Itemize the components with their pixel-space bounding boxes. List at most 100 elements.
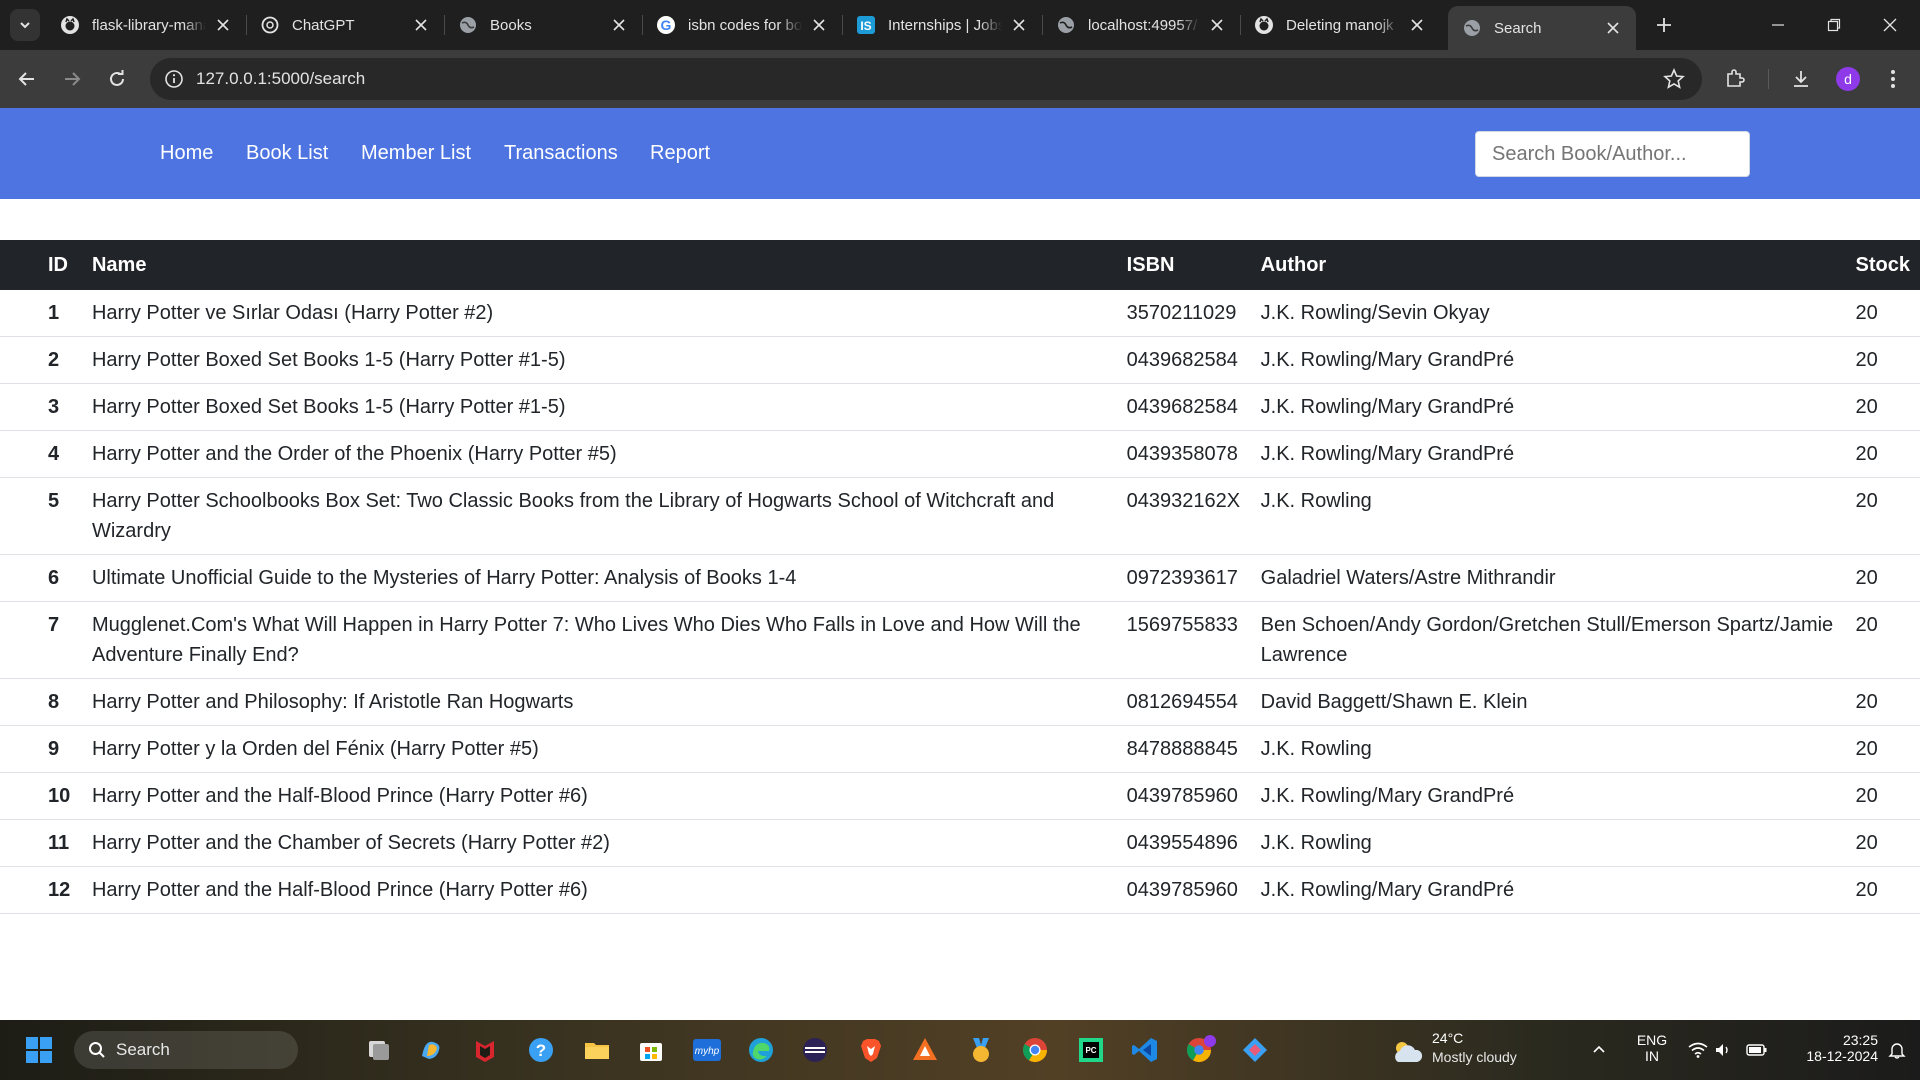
close-icon[interactable] bbox=[1206, 14, 1228, 36]
back-button[interactable] bbox=[10, 62, 44, 96]
column-header-name: Name bbox=[91, 253, 147, 276]
clock-date: 18-12-2024 bbox=[1806, 1048, 1878, 1064]
close-icon[interactable] bbox=[212, 14, 234, 36]
browser-tab-active[interactable]: Search bbox=[1448, 6, 1636, 50]
extensions-button[interactable] bbox=[1718, 62, 1752, 96]
table-row: 2 Harry Potter Boxed Set Books 1-5 (Harr… bbox=[0, 336, 1920, 384]
site-info-icon[interactable] bbox=[162, 67, 186, 91]
close-icon[interactable] bbox=[808, 14, 830, 36]
browser-tab[interactable]: localhost:49957/ bbox=[1042, 6, 1240, 44]
close-icon[interactable] bbox=[1008, 14, 1030, 36]
battery-icon[interactable] bbox=[1742, 1031, 1772, 1069]
brave-icon[interactable] bbox=[852, 1031, 890, 1069]
browser-tab[interactable]: flask-library-management bbox=[46, 6, 246, 44]
mcafee-icon[interactable] bbox=[466, 1031, 504, 1069]
bookmark-star-icon[interactable] bbox=[1662, 67, 1686, 91]
medal-icon[interactable] bbox=[962, 1031, 1000, 1069]
cell-id: 5 bbox=[0, 477, 82, 555]
close-icon[interactable] bbox=[1406, 14, 1428, 36]
cell-author: J.K. Rowling bbox=[1260, 725, 1856, 773]
clock-time: 23:25 bbox=[1842, 1032, 1878, 1048]
show-hidden-icons-button[interactable] bbox=[1584, 1031, 1614, 1069]
restore-button[interactable] bbox=[1814, 8, 1854, 42]
close-icon[interactable] bbox=[1602, 17, 1624, 39]
eclipse-icon[interactable] bbox=[796, 1031, 834, 1069]
edge-icon[interactable] bbox=[742, 1031, 780, 1069]
language-indicator[interactable]: ENG IN bbox=[1632, 1032, 1672, 1064]
address-bar[interactable]: 127.0.0.1:5000/search bbox=[150, 58, 1702, 100]
clock[interactable]: 23:25 18-12-2024 bbox=[1778, 1032, 1878, 1064]
browser-tab[interactable]: Books bbox=[444, 6, 642, 44]
cell-isbn: 0439554896 bbox=[1126, 819, 1261, 867]
chatgpt-icon bbox=[260, 15, 280, 35]
svg-text:G: G bbox=[661, 17, 672, 33]
cell-isbn: 8478888845 bbox=[1126, 725, 1261, 773]
quick-settings-button[interactable] bbox=[1680, 1031, 1740, 1069]
minimize-button[interactable] bbox=[1758, 8, 1798, 42]
search-input[interactable] bbox=[1475, 131, 1750, 177]
nav-report[interactable]: Report bbox=[650, 142, 710, 165]
tab-search-button[interactable] bbox=[10, 9, 40, 41]
cell-name: Harry Potter and the Order of the Phoeni… bbox=[81, 430, 1127, 478]
nav-transactions[interactable]: Transactions bbox=[504, 142, 618, 165]
cell-author: J.K. Rowling bbox=[1260, 477, 1856, 555]
reload-icon bbox=[110, 70, 124, 86]
nav-home[interactable]: Home bbox=[160, 142, 213, 165]
cell-author: J.K. Rowling/Mary GrandPré bbox=[1260, 336, 1856, 384]
vscode-icon[interactable] bbox=[1126, 1031, 1164, 1069]
cell-isbn: 0972393617 bbox=[1126, 554, 1261, 602]
download-icon bbox=[1794, 71, 1808, 87]
new-tab-button[interactable] bbox=[1650, 11, 1678, 39]
weather-temperature: 24°C bbox=[1432, 1030, 1464, 1046]
task-view-icon[interactable] bbox=[360, 1031, 398, 1069]
reload-button[interactable] bbox=[100, 62, 134, 96]
pycharm-icon[interactable]: PC bbox=[1072, 1031, 1110, 1069]
close-window-button[interactable] bbox=[1870, 8, 1910, 42]
chrome-icon[interactable] bbox=[1016, 1031, 1054, 1069]
chevron-down-icon bbox=[20, 22, 30, 29]
cell-id: 11 bbox=[0, 819, 82, 867]
plus-icon bbox=[1657, 18, 1671, 32]
svg-text:myhp: myhp bbox=[695, 1046, 720, 1057]
browser-tab[interactable]: ChatGPT bbox=[246, 6, 444, 44]
weather-description: Mostly cloudy bbox=[1432, 1049, 1517, 1065]
cell-id: 7 bbox=[0, 601, 82, 679]
toolbar-divider bbox=[1768, 69, 1769, 89]
browser-menu-button[interactable] bbox=[1876, 62, 1910, 96]
microsoft-store-icon[interactable] bbox=[632, 1031, 670, 1069]
nav-member-list[interactable]: Member List bbox=[361, 142, 471, 165]
table-row: 10 Harry Potter and the Half-Blood Princ… bbox=[0, 772, 1920, 820]
cell-author: J.K. Rowling bbox=[1260, 819, 1856, 867]
cell-name: Harry Potter and the Half-Blood Prince (… bbox=[81, 866, 1127, 914]
tab-title: ChatGPT bbox=[292, 16, 355, 34]
cell-isbn: 0439358078 bbox=[1126, 430, 1261, 478]
close-icon[interactable] bbox=[608, 14, 630, 36]
browser-tab[interactable]: IS Internships | Jobs bbox=[842, 6, 1042, 44]
help-icon[interactable]: ? bbox=[522, 1031, 560, 1069]
chrome-profile-icon[interactable] bbox=[1182, 1031, 1220, 1069]
language-code: ENG bbox=[1636, 1032, 1668, 1048]
myhp-icon[interactable]: myhp bbox=[688, 1031, 726, 1069]
region-code: IN bbox=[1645, 1048, 1659, 1064]
browser-tab[interactable]: Deleting manojk bbox=[1240, 6, 1440, 44]
copilot-icon[interactable] bbox=[412, 1031, 450, 1069]
start-button[interactable] bbox=[20, 1031, 58, 1069]
forward-button[interactable] bbox=[55, 62, 89, 96]
browser-toolbar: 127.0.0.1:5000/search bbox=[0, 50, 1920, 108]
browser-tab[interactable]: G isbn codes for books bbox=[642, 6, 842, 44]
taskbar-search[interactable]: Search bbox=[74, 1031, 298, 1069]
office-icon[interactable] bbox=[906, 1031, 944, 1069]
tab-title: localhost:49957/ bbox=[1088, 16, 1198, 34]
more-vertical-icon bbox=[1891, 70, 1895, 88]
nav-book-list[interactable]: Book List bbox=[246, 142, 328, 165]
table-row: 1 Harry Potter ve Sırlar Odası (Harry Po… bbox=[0, 290, 1920, 337]
profile-avatar[interactable]: d bbox=[1836, 67, 1860, 91]
close-icon[interactable] bbox=[410, 14, 432, 36]
downloads-button[interactable] bbox=[1784, 62, 1818, 96]
tab-title: Internships | Jobs bbox=[888, 16, 1002, 34]
snipping-tool-icon[interactable] bbox=[1236, 1031, 1274, 1069]
file-explorer-icon[interactable] bbox=[578, 1031, 616, 1069]
table-header: ID Name ISBN Author Stock bbox=[0, 240, 1920, 290]
notifications-button[interactable] bbox=[1880, 1031, 1914, 1069]
puzzle-icon bbox=[1727, 69, 1745, 87]
